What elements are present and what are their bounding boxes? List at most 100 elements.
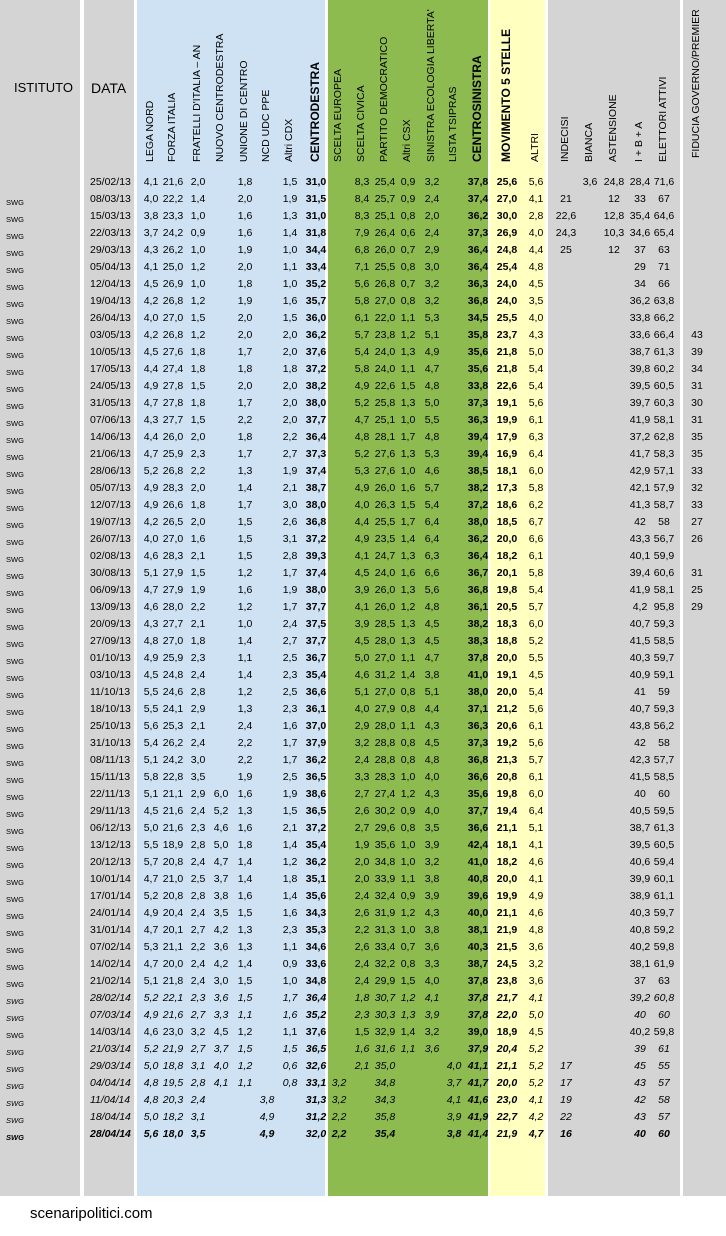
table-cell: 27,7 bbox=[162, 618, 184, 630]
table-cell: 4,0 bbox=[424, 771, 440, 783]
table-cell: 33,4 bbox=[374, 941, 396, 953]
table-cell: 4,8 bbox=[424, 754, 440, 766]
table-cell: 40,9 bbox=[629, 669, 651, 681]
table-cell: 2,3 bbox=[282, 703, 298, 715]
table-cell: 4,5 bbox=[354, 567, 370, 579]
table-cell: 2,7 bbox=[190, 1043, 206, 1055]
table-cell: 41,9 bbox=[629, 414, 651, 426]
table-cell: 24,0 bbox=[374, 363, 396, 375]
table-cell: 1,8 bbox=[190, 397, 206, 409]
table-cell: 1,7 bbox=[282, 737, 298, 749]
table-cell: 19,1 bbox=[496, 669, 518, 681]
table-cell: 3,6 bbox=[528, 975, 544, 987]
table-cell: 28,0 bbox=[162, 601, 184, 613]
table-cell: 2,0 bbox=[354, 856, 370, 868]
table-cell: 1,6 bbox=[400, 482, 416, 494]
table-cell: 25 bbox=[560, 244, 572, 256]
table-cell: 2,4 bbox=[424, 227, 440, 239]
row-istituto: SWG bbox=[6, 232, 24, 241]
table-cell: 4,1 bbox=[354, 601, 370, 613]
table-cell: 41,4 bbox=[467, 1128, 489, 1140]
table-cell: 3,9 bbox=[446, 1111, 462, 1123]
table-cell: 5,4 bbox=[143, 737, 159, 749]
table-cell: 1,4 bbox=[237, 873, 253, 885]
table-row: SWG 19/04/13 4,2 26,8 1,2 1,9 1,6 35,7 5,8 27,0 0,… bbox=[0, 294, 726, 311]
row-istituto: SWG bbox=[6, 572, 24, 581]
table-row: SWG 15/11/13 5,8 22,8 3,5 1,9 2,5 36,5 3,3 28,3 1,… bbox=[0, 770, 726, 787]
table-cell: 37,9 bbox=[467, 1043, 489, 1055]
table-cell: 21,8 bbox=[496, 346, 518, 358]
table-cell: 3,2 bbox=[528, 958, 544, 970]
table-cell: 4,9 bbox=[143, 499, 159, 511]
table-row: SWG 13/09/13 4,6 28,0 2,2 1,2 1,7 37,7 4,1 26,0 1,… bbox=[0, 600, 726, 617]
table-cell: 28,8 bbox=[374, 754, 396, 766]
table-cell: 3,7 bbox=[213, 873, 229, 885]
table-cell: 5,0 bbox=[354, 652, 370, 664]
table-cell: 5,2 bbox=[528, 1077, 544, 1089]
table-cell: 38,1 bbox=[629, 958, 651, 970]
table-cell: 1,6 bbox=[282, 720, 298, 732]
table-cell: 3,5 bbox=[190, 771, 206, 783]
table-cell: 7,9 bbox=[354, 227, 370, 239]
row-istituto: SWG bbox=[6, 861, 24, 870]
table-cell: 27,0 bbox=[374, 295, 396, 307]
table-cell: 1,3 bbox=[400, 448, 416, 460]
table-cell: 1,4 bbox=[237, 958, 253, 970]
table-cell: 5,5 bbox=[143, 839, 159, 851]
table-cell: 3,8 bbox=[424, 924, 440, 936]
table-cell: 1,4 bbox=[282, 890, 298, 902]
table-cell: 28,1 bbox=[374, 431, 396, 443]
table-cell: 37,4 bbox=[305, 567, 327, 579]
table-cell: 2,8 bbox=[282, 550, 298, 562]
row-date: 20/09/13 bbox=[90, 618, 131, 630]
table-cell: 1,5 bbox=[190, 380, 206, 392]
table-cell: 31,2 bbox=[305, 1111, 327, 1123]
table-cell: 29,6 bbox=[374, 822, 396, 834]
table-cell: 1,4 bbox=[400, 533, 416, 545]
table-cell: 33,8 bbox=[467, 380, 489, 392]
table-cell: 0,8 bbox=[400, 295, 416, 307]
table-cell: 56,7 bbox=[653, 533, 675, 545]
table-cell: 18,6 bbox=[496, 499, 518, 511]
table-cell: 4,5 bbox=[528, 278, 544, 290]
table-cell: 38,1 bbox=[467, 924, 489, 936]
table-cell: 22,6 bbox=[496, 380, 518, 392]
table-cell: 17 bbox=[560, 1060, 572, 1072]
row-date: 02/08/13 bbox=[90, 550, 131, 562]
table-row: SWG 30/08/13 5,1 27,9 1,5 1,2 1,7 37,4 4,5 24,0 1,… bbox=[0, 566, 726, 583]
table-cell: 18,2 bbox=[496, 856, 518, 868]
table-cell: 60,5 bbox=[653, 380, 675, 392]
table-cell: 26,0 bbox=[374, 244, 396, 256]
table-cell: 23,0 bbox=[496, 1094, 518, 1106]
table-cell: 20,0 bbox=[496, 873, 518, 885]
table-cell: 38,9 bbox=[629, 890, 651, 902]
table-cell: 6,4 bbox=[528, 805, 544, 817]
column-header: FRATELLI D'ITALIA – AN bbox=[191, 44, 203, 162]
row-date: 18/10/13 bbox=[90, 703, 131, 715]
table-cell: 4,5 bbox=[528, 669, 544, 681]
table-cell: 5,8 bbox=[354, 363, 370, 375]
table-cell: 38,7 bbox=[467, 958, 489, 970]
table-cell: 1,4 bbox=[237, 482, 253, 494]
table-cell: 4,1 bbox=[528, 193, 544, 205]
row-istituto: SWG bbox=[6, 895, 24, 904]
table-cell: 25,4 bbox=[374, 176, 396, 188]
table-cell: 27,8 bbox=[162, 397, 184, 409]
table-cell: 1,3 bbox=[400, 346, 416, 358]
table-cell: 24,3 bbox=[555, 227, 577, 239]
table-cell: 1,9 bbox=[282, 465, 298, 477]
table-cell: 5,2 bbox=[528, 1060, 544, 1072]
table-cell: 27,9 bbox=[162, 567, 184, 579]
table-cell: 1,1 bbox=[400, 873, 416, 885]
table-cell: 0,9 bbox=[400, 890, 416, 902]
table-cell: 1,4 bbox=[282, 839, 298, 851]
row-date: 25/10/13 bbox=[90, 720, 131, 732]
row-date: 28/02/14 bbox=[90, 992, 131, 1004]
table-cell: 37,7 bbox=[305, 601, 327, 613]
table-row: SWG 13/12/13 5,5 18,9 2,8 5,0 1,8 1,4 35,4 1,9 35,… bbox=[0, 838, 726, 855]
table-cell: 28,3 bbox=[162, 482, 184, 494]
table-cell: 24,6 bbox=[162, 686, 184, 698]
table-cell: 2,3 bbox=[282, 669, 298, 681]
table-cell: 21,6 bbox=[162, 822, 184, 834]
table-cell: 1,1 bbox=[400, 1043, 416, 1055]
